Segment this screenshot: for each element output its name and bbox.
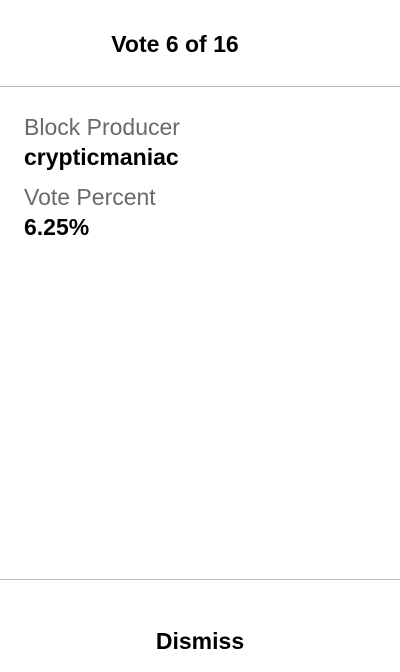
block-producer-value: crypticmaniac (24, 144, 179, 170)
vote-percent-label: Vote Percent (24, 184, 156, 210)
block-producer-label: Block Producer (24, 114, 180, 140)
dismiss-button[interactable]: Dismiss (0, 580, 400, 672)
page-title: Vote 6 of 16 (111, 31, 239, 57)
vote-detail-screen: Vote 6 of 16 Block Producer crypticmania… (0, 0, 400, 672)
footer: Dismiss (0, 579, 400, 672)
vote-percent-value: 6.25% (24, 214, 90, 240)
header: Vote 6 of 16 (0, 0, 400, 87)
vote-details: Block Producer crypticmaniac Vote Percen… (24, 112, 376, 252)
